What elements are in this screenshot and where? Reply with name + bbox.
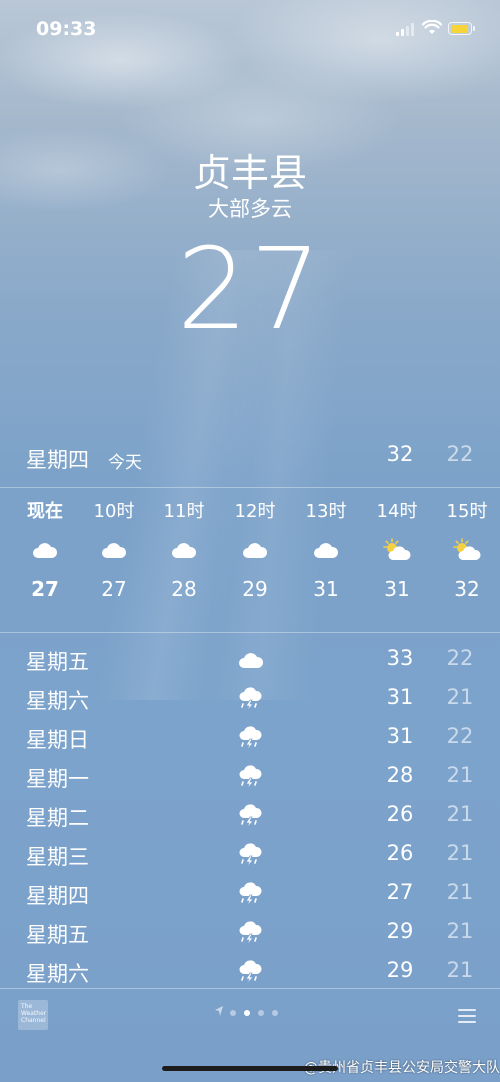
thunderstorm-icon bbox=[236, 958, 266, 986]
cellular-signal-icon bbox=[396, 22, 416, 36]
partly-sunny-icon bbox=[432, 523, 500, 577]
hour-temp: 31 bbox=[313, 577, 339, 601]
thunderstorm-icon bbox=[236, 685, 266, 713]
hour-item: 14时 31 bbox=[362, 497, 432, 601]
partly-sunny-icon bbox=[362, 523, 432, 577]
daily-low: 22 bbox=[446, 724, 474, 748]
hour-label: 12时 bbox=[234, 501, 276, 522]
hour-item: 15时 32 bbox=[432, 497, 500, 601]
hour-temp: 31 bbox=[384, 577, 410, 601]
daily-row: 星期日 31 22 bbox=[0, 718, 500, 757]
hour-label: 15时 bbox=[446, 501, 488, 522]
daily-low: 21 bbox=[446, 763, 474, 787]
today-tag: 今天 bbox=[108, 453, 142, 473]
daily-day: 星期六 bbox=[26, 689, 89, 713]
hour-item: 13时 31 bbox=[291, 497, 361, 601]
hour-item: 现在 27 bbox=[10, 497, 80, 601]
list-icon[interactable] bbox=[458, 1005, 476, 1027]
daily-high: 29 bbox=[386, 958, 414, 982]
thunderstorm-icon bbox=[236, 880, 266, 908]
wifi-icon bbox=[422, 20, 442, 34]
page-dot[interactable] bbox=[272, 1010, 278, 1016]
battery-icon bbox=[448, 22, 475, 35]
daily-day: 星期五 bbox=[26, 650, 89, 674]
daily-day: 星期三 bbox=[26, 845, 89, 869]
daily-high: 28 bbox=[386, 763, 414, 787]
daily-high: 33 bbox=[386, 646, 414, 670]
home-indicator[interactable] bbox=[162, 1066, 338, 1071]
page-dot[interactable] bbox=[230, 1010, 236, 1016]
divider-top bbox=[0, 487, 500, 488]
daily-low: 21 bbox=[446, 958, 474, 982]
hour-label: 14时 bbox=[376, 501, 418, 522]
hour-label: 10时 bbox=[93, 501, 135, 522]
today-summary: 星期四 今天 32 22 bbox=[0, 442, 500, 476]
page-dot[interactable] bbox=[244, 1010, 250, 1016]
daily-high: 31 bbox=[386, 685, 414, 709]
page-dot[interactable] bbox=[258, 1010, 264, 1016]
daily-high: 27 bbox=[386, 880, 414, 904]
hour-item: 10时 27 bbox=[79, 497, 149, 601]
cloud-icon bbox=[10, 523, 80, 577]
daily-day: 星期四 bbox=[26, 884, 89, 908]
daily-low: 21 bbox=[446, 880, 474, 904]
cloud-icon bbox=[220, 523, 290, 577]
hour-temp: 27 bbox=[31, 577, 59, 601]
daily-day: 星期二 bbox=[26, 806, 89, 830]
daily-day: 星期一 bbox=[26, 767, 89, 791]
today-high: 32 bbox=[386, 442, 414, 466]
divider-middle bbox=[0, 632, 500, 633]
city-name: 贞丰县 bbox=[192, 151, 307, 195]
daily-row: 星期六 29 21 bbox=[0, 952, 500, 991]
current-condition: 大部多云 bbox=[208, 197, 292, 221]
today-day: 星期四 bbox=[26, 448, 89, 472]
daily-row: 星期二 26 21 bbox=[0, 796, 500, 835]
daily-low: 21 bbox=[446, 841, 474, 865]
hour-temp: 27 bbox=[101, 577, 127, 601]
daily-day: 星期六 bbox=[26, 962, 89, 986]
cloud-icon bbox=[236, 646, 266, 674]
cloud-icon bbox=[291, 523, 361, 577]
current-temperature: 27 bbox=[176, 225, 324, 355]
daily-row: 星期一 28 21 bbox=[0, 757, 500, 796]
daily-row: 星期五 33 22 bbox=[0, 640, 500, 679]
hour-temp: 28 bbox=[171, 577, 197, 601]
page-indicator[interactable] bbox=[218, 1008, 288, 1020]
hour-temp: 32 bbox=[454, 577, 480, 601]
thunderstorm-icon bbox=[236, 763, 266, 791]
thunderstorm-icon bbox=[236, 802, 266, 830]
daily-high: 31 bbox=[386, 724, 414, 748]
daily-low: 21 bbox=[446, 685, 474, 709]
hour-temp: 29 bbox=[242, 577, 268, 601]
today-low: 22 bbox=[446, 442, 474, 466]
hour-item: 12时 29 bbox=[220, 497, 290, 601]
daily-low: 21 bbox=[446, 802, 474, 826]
daily-row: 星期三 26 21 bbox=[0, 835, 500, 874]
hour-label: 现在 bbox=[27, 501, 63, 522]
hour-label: 13时 bbox=[305, 501, 347, 522]
daily-high: 29 bbox=[386, 919, 414, 943]
daily-row: 星期五 29 21 bbox=[0, 913, 500, 952]
cloud-icon bbox=[149, 523, 219, 577]
thunderstorm-icon bbox=[236, 841, 266, 869]
divider-bottom bbox=[0, 988, 500, 989]
daily-day: 星期五 bbox=[26, 923, 89, 947]
hour-label: 11时 bbox=[163, 501, 205, 522]
weather-channel-logo[interactable]: The Weather Channel bbox=[18, 1000, 48, 1030]
daily-high: 26 bbox=[386, 802, 414, 826]
cloud-icon bbox=[79, 523, 149, 577]
daily-high: 26 bbox=[386, 841, 414, 865]
hour-item: 11时 28 bbox=[149, 497, 219, 601]
thunderstorm-icon bbox=[236, 724, 266, 752]
daily-low: 21 bbox=[446, 919, 474, 943]
daily-row: 星期六 31 21 bbox=[0, 679, 500, 718]
thunderstorm-icon bbox=[236, 919, 266, 947]
daily-low: 22 bbox=[446, 646, 474, 670]
daily-row: 星期四 27 21 bbox=[0, 874, 500, 913]
status-bar: 09:33 bbox=[0, 18, 500, 44]
daily-day: 星期日 bbox=[26, 728, 89, 752]
status-time: 09:33 bbox=[36, 18, 97, 40]
